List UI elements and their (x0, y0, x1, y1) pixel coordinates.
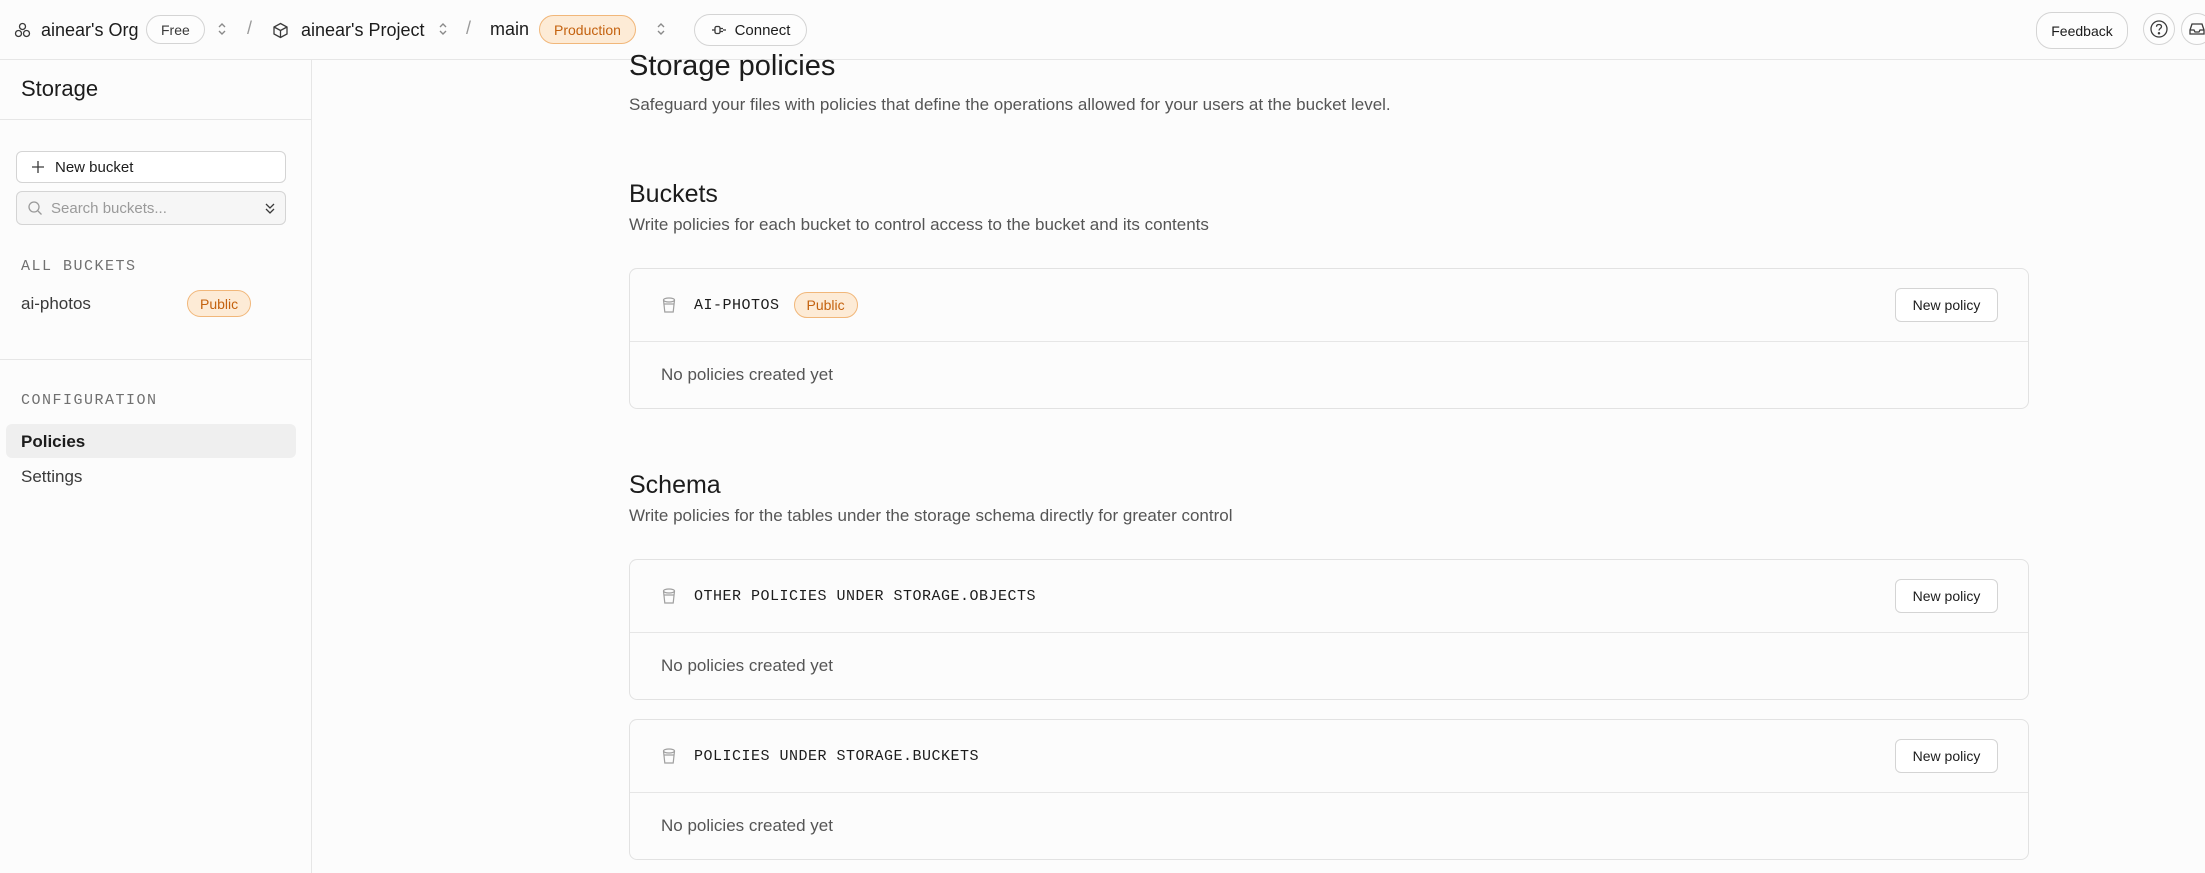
help-button[interactable] (2143, 13, 2175, 45)
app-root: ainear's Org Free / ainear's Project / m… (0, 0, 2205, 873)
bucket-public-badge: Public (793, 292, 858, 318)
search-input[interactable] (51, 199, 251, 217)
inbox-button[interactable] (2181, 13, 2205, 45)
project-switcher-chevron-icon[interactable] (437, 21, 449, 39)
top-bar: ainear's Org Free / ainear's Project / m… (0, 0, 2205, 60)
org-selector[interactable]: ainear's Org (14, 20, 138, 41)
schema-card-name: POLICIES UNDER STORAGE.BUCKETS (694, 747, 980, 765)
sidebar-item-settings[interactable]: Settings (6, 460, 296, 494)
schema-card-name: OTHER POLICIES UNDER STORAGE.OBJECTS (694, 587, 1037, 605)
branch-switcher-chevron-icon[interactable] (655, 21, 667, 39)
new-policy-button[interactable]: New policy (1895, 288, 1998, 322)
bucket-card-name: AI-PHOTOS (694, 296, 780, 314)
bucket-icon (662, 587, 676, 605)
new-policy-button[interactable]: New policy (1895, 579, 1998, 613)
bucket-icon (662, 296, 676, 314)
page-subtitle: Safeguard your files with policies that … (629, 95, 1391, 114)
sidebar-title: Storage (21, 76, 99, 101)
breadcrumb-separator: / (466, 18, 472, 38)
sidebar-item-label: Settings (21, 467, 83, 486)
org-name: ainear's Org (41, 20, 139, 40)
bucket-name: ai-photos (21, 294, 91, 313)
org-plan-badge: Free (146, 15, 205, 44)
policy-card-storage-objects: OTHER POLICIES UNDER STORAGE.OBJECTS New… (629, 559, 2029, 700)
connect-button[interactable]: Connect (694, 14, 807, 46)
help-icon (2149, 19, 2169, 39)
policy-card-header: OTHER POLICIES UNDER STORAGE.OBJECTS New… (630, 560, 2028, 633)
buckets-section-title: Buckets (629, 180, 718, 208)
policy-card-header: POLICIES UNDER STORAGE.BUCKETS New polic… (630, 720, 2028, 793)
sort-icon[interactable] (263, 201, 277, 215)
branch-env-badge: Production (539, 15, 636, 44)
branch-name[interactable]: main (490, 19, 529, 40)
breadcrumb-separator: / (247, 18, 253, 38)
project-name: ainear's Project (301, 20, 425, 40)
bucket-icon (662, 747, 676, 765)
all-buckets-heading: ALL BUCKETS (21, 258, 137, 275)
bucket-public-badge: Public (187, 290, 252, 317)
policy-card-storage-buckets: POLICIES UNDER STORAGE.BUCKETS New polic… (629, 719, 2029, 860)
connect-plug-icon (711, 24, 727, 36)
project-box-icon (272, 22, 289, 39)
schema-section-description: Write policies for the tables under the … (629, 506, 1233, 525)
feedback-label: Feedback (2051, 22, 2113, 39)
new-bucket-label: New bucket (55, 158, 134, 176)
sidebar-divider (0, 359, 311, 360)
new-policy-button[interactable]: New policy (1895, 739, 1998, 773)
new-bucket-button[interactable]: New bucket (16, 151, 286, 183)
search-icon (27, 200, 43, 216)
sidebar-item-label: Policies (21, 432, 86, 451)
org-switcher-chevron-icon[interactable] (216, 21, 228, 39)
schema-section-title: Schema (629, 471, 721, 499)
project-selector[interactable]: ainear's Project (272, 20, 425, 41)
sidebar-divider (0, 119, 311, 120)
connect-label: Connect (734, 21, 791, 39)
org-icon (14, 22, 31, 39)
policy-card-header: AI-PHOTOS Public New policy (630, 269, 2028, 342)
policy-card-empty-state: No policies created yet (661, 365, 833, 384)
feedback-button[interactable]: Feedback (2036, 12, 2128, 49)
sidebar-item-policies[interactable]: Policies (6, 424, 296, 458)
sidebar: Storage New bucket ALL BUCKETS ai-photos… (0, 60, 312, 873)
page-title: Storage policies (629, 50, 836, 82)
inbox-icon (2187, 19, 2205, 39)
configuration-heading: CONFIGURATION (21, 392, 158, 409)
plus-icon (31, 160, 45, 174)
policy-card-empty-state: No policies created yet (661, 816, 833, 835)
buckets-section-description: Write policies for each bucket to contro… (629, 215, 1209, 234)
policy-card-empty-state: No policies created yet (661, 656, 833, 675)
search-buckets[interactable] (16, 191, 286, 225)
sidebar-item-ai-photos[interactable]: ai-photos Public (0, 286, 311, 322)
policy-card-ai-photos: AI-PHOTOS Public New policy No policies … (629, 268, 2029, 409)
